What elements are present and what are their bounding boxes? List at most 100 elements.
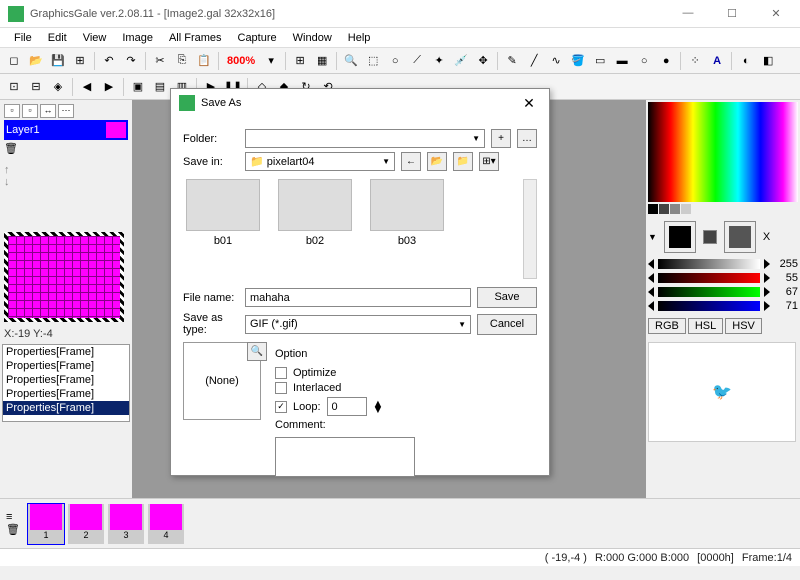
replace-icon[interactable]: ◐: [736, 51, 756, 71]
tab-hsl[interactable]: HSL: [688, 318, 723, 334]
property-list[interactable]: Properties[Frame] Properties[Frame] Prop…: [2, 344, 130, 422]
newfolder-icon[interactable]: 📁: [453, 152, 473, 171]
picker-icon[interactable]: 💉: [451, 51, 471, 71]
menu-file[interactable]: File: [8, 30, 38, 46]
filename-input[interactable]: [245, 288, 471, 307]
layer-item[interactable]: Layer1: [4, 120, 128, 140]
zoom-value[interactable]: 800%: [223, 55, 259, 67]
frame-4[interactable]: 4: [148, 504, 184, 544]
layer-btn-2[interactable]: ▫: [22, 104, 38, 118]
window-title: GraphicsGale ver.2.08.11 - [Image2.gal 3…: [30, 8, 672, 20]
canvas-preview: [4, 232, 124, 322]
frame-b[interactable]: ▤: [150, 77, 170, 97]
layer-btn-3[interactable]: ↔: [40, 104, 56, 118]
next-frame-icon[interactable]: ▶: [99, 77, 119, 97]
type-combo[interactable]: GIF (*.gif)▼: [245, 315, 471, 334]
optimize-checkbox[interactable]: [275, 367, 287, 379]
paste-icon[interactable]: 📋: [194, 51, 214, 71]
select-oval-icon[interactable]: ○: [385, 51, 405, 71]
menu-help[interactable]: Help: [342, 30, 377, 46]
b-slider[interactable]: [658, 301, 760, 311]
browse-icon[interactable]: ⊞: [70, 51, 90, 71]
preview-zoom-icon[interactable]: 🔍: [247, 342, 267, 361]
minimize-button[interactable]: —: [672, 7, 704, 20]
comment-textarea[interactable]: [275, 437, 415, 477]
rect-icon[interactable]: ▭: [590, 51, 610, 71]
frame-3[interactable]: 3: [108, 504, 144, 544]
layer-btn-1[interactable]: ▫: [4, 104, 20, 118]
open-icon[interactable]: 📂: [26, 51, 46, 71]
copy-icon[interactable]: ⎘: [172, 51, 192, 71]
maximize-button[interactable]: ☐: [716, 7, 748, 20]
tb2-b[interactable]: ⊟: [26, 77, 46, 97]
menu-allframes[interactable]: All Frames: [163, 30, 228, 46]
interlaced-checkbox[interactable]: [275, 382, 287, 394]
cut-icon[interactable]: ✂: [150, 51, 170, 71]
folder-more-button[interactable]: …: [517, 129, 537, 148]
background-swatch[interactable]: [725, 222, 755, 252]
layer-thumb: [106, 122, 126, 138]
spray-icon[interactable]: ⁘: [685, 51, 705, 71]
menu-view[interactable]: View: [77, 30, 113, 46]
up-icon[interactable]: 📂: [427, 152, 447, 171]
prev-frame-icon[interactable]: ◀: [77, 77, 97, 97]
alpha-slider[interactable]: [658, 259, 760, 269]
loop-down[interactable]: ▼: [373, 407, 384, 413]
line-icon[interactable]: ╱: [524, 51, 544, 71]
tab-rgb[interactable]: RGB: [648, 318, 686, 334]
color-palette[interactable]: [648, 102, 798, 202]
swap-icon[interactable]: X: [763, 231, 770, 243]
extra-icon[interactable]: ◧: [758, 51, 778, 71]
savein-combo[interactable]: 📁 pixelart04▼: [245, 152, 395, 171]
grid-icon[interactable]: ⊞: [290, 51, 310, 71]
back-icon[interactable]: ←: [401, 152, 421, 171]
text-icon[interactable]: A: [707, 51, 727, 71]
zoom-icon[interactable]: 🔍: [341, 51, 361, 71]
oval-icon[interactable]: ○: [634, 51, 654, 71]
layer-btn-4[interactable]: ⋯: [58, 104, 74, 118]
loop-input[interactable]: [327, 397, 367, 416]
pen-icon[interactable]: ✎: [502, 51, 522, 71]
save-icon[interactable]: 💾: [48, 51, 68, 71]
r-slider[interactable]: [658, 273, 760, 283]
dialog-close-button[interactable]: ✕: [517, 95, 541, 112]
zoom-out-icon[interactable]: ▾: [261, 51, 281, 71]
type-label: Save as type:: [183, 312, 239, 336]
cancel-button[interactable]: Cancel: [477, 314, 537, 335]
undo-icon[interactable]: ↶: [99, 51, 119, 71]
foreground-swatch[interactable]: [665, 222, 695, 252]
swatch-small[interactable]: [703, 230, 717, 244]
tb2-c[interactable]: ◈: [48, 77, 68, 97]
tb2-a[interactable]: ⊡: [4, 77, 24, 97]
new-icon[interactable]: ◻: [4, 51, 24, 71]
g-slider[interactable]: [658, 287, 760, 297]
save-button[interactable]: Save: [477, 287, 537, 308]
fill-icon[interactable]: 🪣: [568, 51, 588, 71]
menu-image[interactable]: Image: [116, 30, 159, 46]
frame-1[interactable]: 1: [28, 504, 64, 544]
file-b01[interactable]: b01: [183, 179, 263, 279]
menu-capture[interactable]: Capture: [232, 30, 283, 46]
select-rect-icon[interactable]: ⬚: [363, 51, 383, 71]
view-icon[interactable]: ⊞▾: [479, 152, 499, 171]
file-b02[interactable]: b02: [275, 179, 355, 279]
close-button[interactable]: ✕: [760, 7, 792, 20]
file-b03[interactable]: b03: [367, 179, 447, 279]
redo-icon[interactable]: ↷: [121, 51, 141, 71]
frame-2[interactable]: 2: [68, 504, 104, 544]
frame-a[interactable]: ▣: [128, 77, 148, 97]
lasso-icon[interactable]: ⟋: [407, 51, 427, 71]
curve-icon[interactable]: ∿: [546, 51, 566, 71]
folder-add-button[interactable]: +: [491, 129, 511, 148]
frect-icon[interactable]: ▬: [612, 51, 632, 71]
loop-checkbox[interactable]: ✓: [275, 401, 287, 413]
folder-combo[interactable]: ▼: [245, 129, 485, 148]
menu-edit[interactable]: Edit: [42, 30, 73, 46]
foval-icon[interactable]: ●: [656, 51, 676, 71]
wand-icon[interactable]: ✦: [429, 51, 449, 71]
menu-window[interactable]: Window: [287, 30, 338, 46]
file-scrollbar[interactable]: [523, 179, 537, 279]
tab-hsv[interactable]: HSV: [725, 318, 762, 334]
move-icon[interactable]: ✥: [473, 51, 493, 71]
snap-icon[interactable]: ▦: [312, 51, 332, 71]
